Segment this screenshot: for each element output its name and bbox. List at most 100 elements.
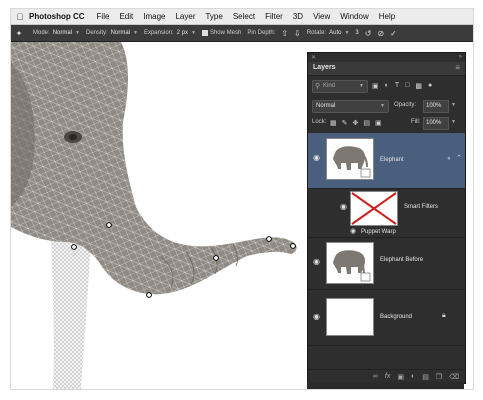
smart-filter-badge-icon[interactable]: ⚬	[446, 155, 452, 163]
kind-filter-select[interactable]: ⚲ Kind ▼	[312, 80, 368, 93]
fill-value: 100%	[426, 120, 442, 126]
mode-label: Mode:	[33, 30, 50, 36]
trash-icon[interactable]: ⌫	[449, 373, 459, 381]
add-mask-icon[interactable]: ▣	[397, 373, 404, 381]
menu-bar:  Photoshop CC File Edit Image Layer Typ…	[11, 9, 473, 25]
panel-title: Layers	[313, 64, 336, 71]
lock-icon[interactable]: 🔒︎	[442, 312, 446, 320]
lock-artboard-icon[interactable]: ▤	[363, 119, 370, 127]
menu-window[interactable]: Window	[340, 12, 368, 21]
filter-icons: ▣ ◐ T □ ▩ ●	[372, 80, 432, 91]
layer-elephant[interactable]: ◉ Elephant ⚬ ⌃	[308, 133, 465, 189]
type-filter-icon[interactable]: T	[395, 82, 399, 89]
expansion-input[interactable]: 2 px	[177, 30, 188, 36]
adjustment-filter-icon[interactable]: ◐	[385, 82, 389, 89]
apple-icon[interactable]: 	[11, 12, 29, 22]
opacity-label: Opacity:	[394, 102, 417, 108]
chevron-down-icon[interactable]: ▼	[451, 102, 456, 108]
elephant-before-thumbnail	[327, 243, 373, 283]
visibility-eye-icon[interactable]: ◉	[350, 227, 356, 235]
pin-depth-back-icon[interactable]: ⇩	[294, 29, 301, 38]
chevron-down-icon: ▼	[359, 83, 364, 89]
show-mesh-checkbox[interactable]	[201, 30, 208, 36]
opacity-value: 100%	[426, 103, 442, 109]
layer-style-fx-icon[interactable]: fx	[385, 373, 390, 380]
new-group-icon[interactable]: ▤	[422, 373, 429, 381]
fill-input[interactable]: 100%	[423, 117, 449, 130]
blend-mode-select[interactable]: Normal ▼	[312, 100, 389, 113]
layer-thumbnail	[326, 138, 374, 180]
layer-background[interactable]: ◉ Background 🔒︎	[308, 290, 465, 346]
shape-filter-icon[interactable]: □	[405, 82, 409, 89]
lock-image-icon[interactable]: ✎	[342, 119, 348, 127]
layer-name: Background	[380, 314, 413, 320]
menu-image[interactable]: Image	[143, 12, 165, 21]
new-layer-icon[interactable]: ❐	[436, 373, 442, 381]
pin-depth-front-icon[interactable]: ⇧	[281, 29, 288, 38]
opacity-input[interactable]: 100%	[423, 100, 449, 113]
smart-object-filter-icon[interactable]: ▩	[415, 82, 422, 90]
mode-select[interactable]: Normal	[53, 30, 72, 36]
cancel-icon[interactable]: ⊘	[377, 29, 384, 38]
options-bar: ✦ Mode: Normal ▼ Density: Normal ▼ Expansi…	[11, 25, 473, 42]
layer-name: Smart Filters	[404, 204, 439, 210]
visibility-eye-icon[interactable]: ◉	[340, 202, 347, 211]
elephant-thumbnail	[327, 139, 373, 179]
panel-dock-edge	[307, 382, 464, 389]
layer-elephant-before[interactable]: ◉ Elephant Before	[308, 237, 465, 290]
visibility-eye-icon[interactable]: ◉	[313, 153, 320, 162]
pixel-filter-icon[interactable]: ▣	[372, 82, 379, 90]
visibility-eye-icon[interactable]: ◉	[313, 312, 320, 321]
lock-all-icon[interactable]: ▣	[375, 119, 382, 127]
filter-toggle-icon[interactable]: ●	[428, 82, 432, 89]
link-layers-icon[interactable]: ∞	[373, 373, 378, 380]
document-canvas[interactable]	[11, 42, 307, 389]
menu-3d[interactable]: 3D	[293, 12, 303, 21]
lock-icons: ▦ ✎ ✥ ▤ ▣	[330, 117, 382, 128]
layer-smart-filters[interactable]: ◉ Smart Filters	[308, 189, 465, 227]
commit-check-icon[interactable]: ✓	[390, 29, 397, 38]
lock-label: Lock:	[312, 119, 327, 125]
rotate-label: Rotate:	[306, 30, 327, 36]
show-mesh-label: Show Mesh	[209, 30, 242, 36]
menu-edit[interactable]: Edit	[119, 12, 133, 21]
rotate-select[interactable]: Auto	[329, 30, 341, 36]
layer-thumbnail	[326, 298, 374, 336]
menu-type[interactable]: Type	[205, 12, 222, 21]
remove-pins-icon[interactable]: ↺	[365, 29, 372, 38]
puppet-warp-tool-icon[interactable]: ✦	[11, 29, 27, 38]
close-icon[interactable]: ✕	[311, 54, 316, 61]
panel-menu-icon[interactable]: ≡	[455, 63, 460, 72]
menu-layer[interactable]: Layer	[175, 12, 195, 21]
adjustment-layer-icon[interactable]: ◐	[411, 373, 415, 380]
collapse-arrow-icon[interactable]: ⌃	[456, 154, 462, 162]
filter-row: ⚲ Kind ▼ ▣ ◐ T □ ▩ ●	[312, 80, 461, 93]
kind-label: Kind	[323, 83, 336, 89]
expansion-label: Expansion:	[143, 30, 174, 36]
layers-list: ◉ Elephant ⚬ ⌃ ◉ Smart Filters ◉ Puppet …	[308, 133, 465, 358]
blend-row: Normal ▼ Opacity: 100% ▼	[312, 100, 461, 113]
visibility-eye-icon[interactable]: ◉	[313, 257, 320, 266]
layer-name: Puppet Warp	[361, 229, 396, 235]
menu-filter[interactable]: Filter	[265, 12, 283, 21]
chevron-down-icon[interactable]: ▼	[451, 119, 456, 125]
collapse-icon[interactable]: »	[459, 54, 462, 60]
chevron-down-icon: ▼	[75, 30, 80, 36]
layer-name: Elephant Before	[380, 257, 424, 263]
panel-tab[interactable]: Layers ≡	[308, 62, 465, 76]
menu-file[interactable]: File	[97, 12, 110, 21]
lock-position-icon[interactable]: ✥	[353, 119, 359, 127]
chevron-down-icon: ▼	[191, 30, 196, 36]
menu-select[interactable]: Select	[233, 12, 255, 21]
density-select[interactable]: Normal	[111, 30, 130, 36]
filter-mask-thumbnail	[350, 191, 398, 226]
rotate-degrees-input[interactable]: 3	[355, 30, 358, 36]
chevron-down-icon: ▼	[344, 30, 350, 36]
menu-view[interactable]: View	[313, 12, 330, 21]
photoshop-window:  Photoshop CC File Edit Image Layer Typ…	[10, 8, 474, 390]
pin-depth-label: Pin Depth:	[247, 30, 276, 36]
menu-help[interactable]: Help	[379, 12, 395, 21]
menu-app-name[interactable]: Photoshop CC	[29, 12, 85, 21]
layer-thumbnail	[326, 242, 374, 284]
lock-transparency-icon[interactable]: ▦	[330, 119, 337, 127]
